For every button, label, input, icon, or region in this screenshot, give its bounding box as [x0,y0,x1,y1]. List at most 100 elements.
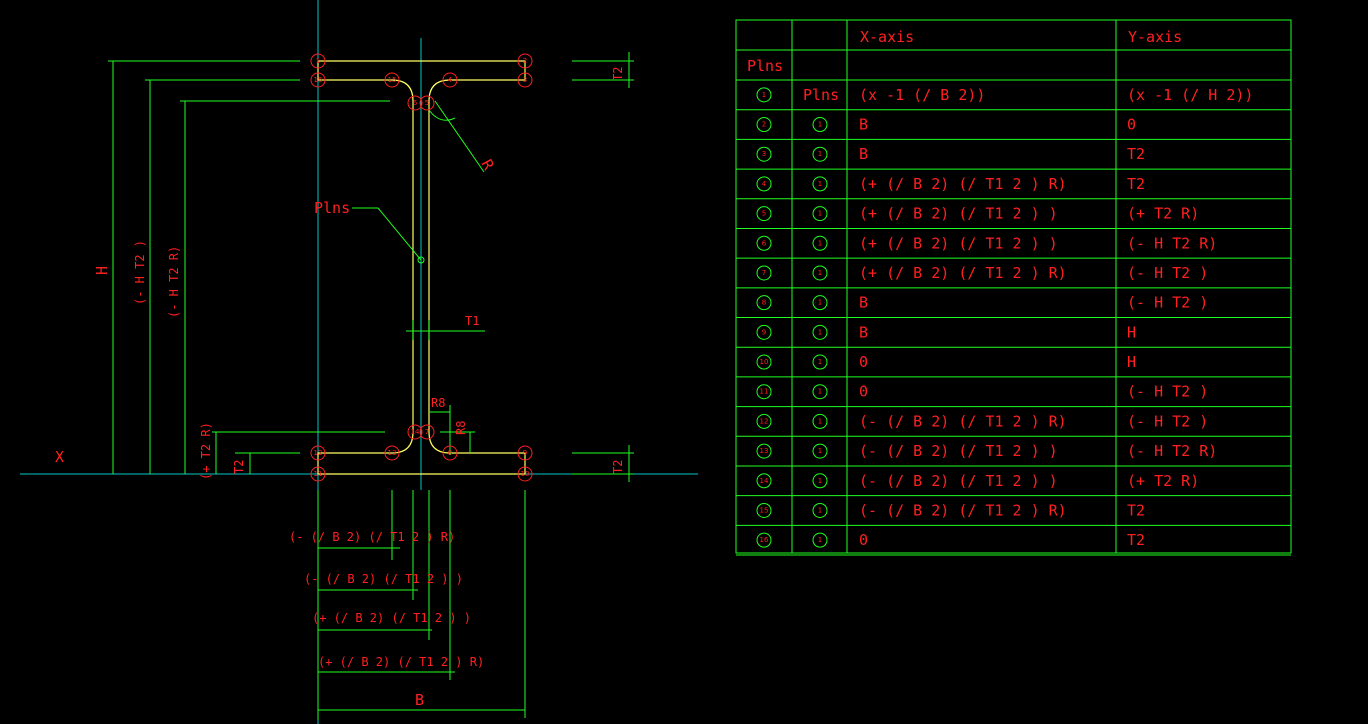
row-x-value: (+ (/ B 2) (/ T1 2 ) ) [859,205,1058,223]
point-marker-label-10: 10 [521,470,530,478]
row-pin: 1 [818,210,822,218]
row-x-value: (+ (/ B 2) (/ T1 2 ) R) [859,264,1067,282]
r8-vertical-label: R8 [454,421,468,435]
point-marker-label-6: 6 [413,99,418,107]
plns-label: Plns [314,199,350,217]
row-y-value: (- H T2 ) [1127,294,1208,312]
row-y-value: (- H T2 R) [1127,234,1217,252]
row-x-value: B [859,116,868,134]
row-y-value: (- H T2 R) [1127,442,1217,460]
t2-right-bottom-label: T2 [611,460,625,474]
row-y-value: (+ T2 R) [1127,205,1199,223]
row-x-value: 0 [859,531,868,549]
row-number: 8 [762,299,766,307]
top-flange-left [317,61,392,81]
row-number: 16 [760,536,769,544]
row-x-value: (- (/ B 2) (/ T1 2 ) ) [859,442,1058,460]
h-t2-dimension-label: (- H T2 ) [133,240,147,305]
row-pin: 1 [818,180,822,188]
row-number: 2 [762,121,766,129]
row-y-value: H [1127,323,1136,341]
row-x-value: (- (/ B 2) (/ T1 2 ) R) [859,412,1067,430]
row-y-value: 0 [1127,116,1136,134]
row-x-value: B [859,323,868,341]
row-x-value: (x -1 (/ B 2)) [859,86,985,104]
row-number: 5 [762,210,766,218]
t2-left-label: T2 [232,460,246,474]
row-pin: 1 [818,121,822,129]
row-number: 7 [762,269,766,277]
t2-right-top-label: T2 [611,67,625,81]
row-number: 13 [760,447,769,455]
row-y-value: T2 [1127,175,1145,193]
row-y-value: (+ T2 R) [1127,472,1199,490]
row-y-value: T2 [1127,531,1145,549]
point-marker-label-2: 2 [523,57,527,65]
row-number: 1 [762,91,766,99]
point-marker-label-3: 3 [523,76,527,84]
row-number: 14 [760,477,769,485]
row-y-value: (- H T2 ) [1127,264,1208,282]
t2-r-dimension-label: (+ T2 R) [199,422,213,480]
row-x-value: B [859,145,868,163]
row-x-value: B [859,294,868,312]
row-pin: 1 [818,239,822,247]
t1-label: T1 [465,314,479,328]
row-number: 11 [760,388,769,396]
cad-drawing-canvas[interactable]: 1 2345678 9101112 13141516 X Plns R T1 R8 R… [0,0,1368,724]
point-marker-label-14: 14 [411,428,420,436]
subheader-plns: Plns [747,57,783,75]
row-x-value: (- (/ B 2) (/ T1 2 ) ) [859,472,1058,490]
dim-b3-label: (+ (/ B 2) (/ T1 2 ) ) [312,611,471,625]
radius-r-label: R [477,156,498,173]
header-x-axis: X-axis [860,28,914,46]
row-y-value: (- H T2 ) [1127,383,1208,401]
row-pin: 1 [818,150,822,158]
r8-label: R8 [431,396,445,410]
row-number: 3 [762,150,766,158]
row-pin: 1 [818,358,822,366]
row-pin: 1 [818,447,822,455]
point-marker-label-11: 11 [314,470,323,478]
axis-x-label: X [55,448,64,466]
point-marker-label-4: 4 [448,76,453,84]
row-number: 4 [762,180,767,188]
row-x-value: (- (/ B 2) (/ T1 2 ) R) [859,501,1067,519]
dim-b1-label: (- (/ B 2) (/ T1 2 ) R) [289,530,455,544]
row-pin: 1 [818,506,822,514]
row-x-value: (+ (/ B 2) (/ T1 2 ) R) [859,175,1067,193]
h-t2-r-dimension-label: (- H T2 R) [167,246,181,318]
dim-b4-label: (+ (/ B 2) (/ T1 2 ) R) [318,655,484,669]
dim-b-label: B [415,691,424,709]
row-number: 12 [760,417,769,425]
row-pin: 1 [818,328,822,336]
point-marker-label-5: 5 [425,99,429,107]
header-y-axis: Y-axis [1128,28,1182,46]
h-dimension-label: H [93,266,111,275]
row-pin: 1 [818,388,822,396]
row-number: 6 [762,239,767,247]
row-x-value: (+ (/ B 2) (/ T1 2 ) ) [859,234,1058,252]
row-number: 10 [760,358,769,366]
point-marker-label-9: 9 [523,449,527,457]
row-pin: 1 [818,269,822,277]
point-marker-label-15: 15 [388,76,397,84]
coordinate-table: X-axis Y-axis Plns 1 Plns (x -1 (/ B 2)) (x… [735,19,1292,556]
row-number: 9 [762,328,766,336]
point-marker-label-13: 13 [388,449,397,457]
dim-b2-label: (- (/ B 2) (/ T1 2 ) ) [304,572,463,586]
point-marker-label-8: 8 [448,449,452,457]
point-marker-label-7: 7 [425,428,429,436]
row-pin: 1 [818,299,822,307]
row-pin: 1 [818,417,822,425]
row-pin: Plns [803,86,839,104]
row-pin: 1 [818,477,822,485]
row-y-value: H [1127,353,1136,371]
row-x-value: 0 [859,383,868,401]
row-x-value: 0 [859,353,868,371]
point-marker-label-1: 1 [316,57,320,65]
row-y-value: T2 [1127,501,1145,519]
row-number: 15 [760,506,769,514]
row-y-value: T2 [1127,145,1145,163]
row-y-value: (- H T2 ) [1127,412,1208,430]
